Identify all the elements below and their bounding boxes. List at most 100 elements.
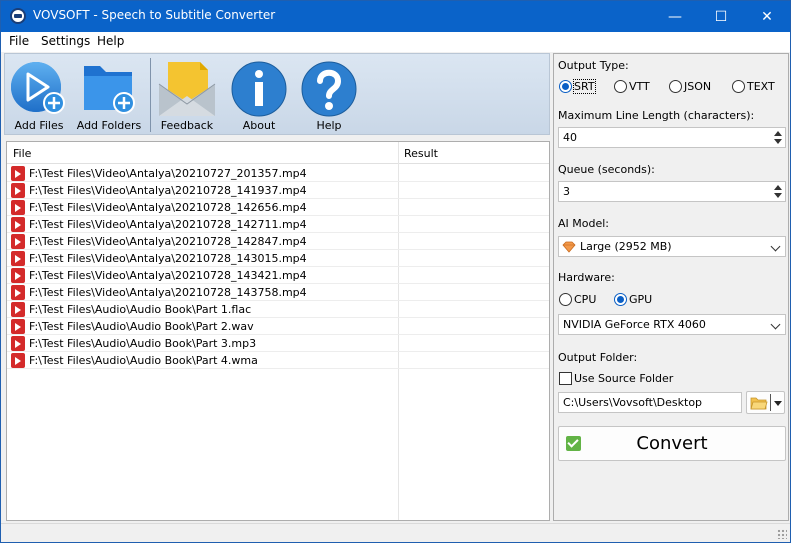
file-path: F:\Test Files\Video\Antalya\20210728_142… xyxy=(29,201,307,214)
file-path: F:\Test Files\Video\Antalya\20210728_142… xyxy=(29,235,307,248)
table-row[interactable]: F:\Test Files\Video\Antalya\20210728_143… xyxy=(7,267,549,284)
output-folder-input[interactable]: C:\Users\Vovsoft\Desktop xyxy=(558,392,742,413)
add-folders-icon xyxy=(84,66,135,114)
file-path: F:\Test Files\Video\Antalya\20210727_201… xyxy=(29,167,307,180)
queue-spinbox[interactable]: 3 xyxy=(558,181,786,202)
add-files-label: Add Files xyxy=(14,119,64,132)
dropdown-triangle-icon[interactable] xyxy=(774,401,782,406)
radio-json[interactable] xyxy=(669,80,682,93)
file-rows: F:\Test Files\Video\Antalya\20210727_201… xyxy=(7,165,549,369)
radio-gpu-label[interactable]: GPU xyxy=(629,293,652,306)
video-file-icon xyxy=(11,302,25,317)
max-line-length-value: 40 xyxy=(563,131,577,144)
video-file-icon xyxy=(11,251,25,266)
radio-json-label[interactable]: JSON xyxy=(684,80,711,93)
video-file-icon xyxy=(11,285,25,300)
app-window: VOVSOFT - Speech to Subtitle Converter —… xyxy=(0,0,791,543)
max-line-length-spin-icon[interactable] xyxy=(773,129,783,146)
maximize-icon: ☐ xyxy=(714,8,728,25)
title-bar[interactable]: VOVSOFT - Speech to Subtitle Converter —… xyxy=(1,1,790,32)
add-files-button[interactable]: Add Files xyxy=(5,58,73,134)
video-file-icon xyxy=(11,336,25,351)
menu-settings[interactable]: Settings xyxy=(41,34,90,48)
file-path: F:\Test Files\Audio\Audio Book\Part 2.wa… xyxy=(29,320,254,333)
file-path: F:\Test Files\Video\Antalya\20210728_143… xyxy=(29,269,307,282)
about-label: About xyxy=(242,119,276,132)
convert-button[interactable]: Convert xyxy=(558,426,786,461)
help-button[interactable]: Help xyxy=(295,58,363,134)
queue-label: Queue (seconds): xyxy=(558,163,655,176)
radio-srt-label[interactable]: SRT xyxy=(573,79,596,94)
resize-grip-icon[interactable] xyxy=(777,529,787,539)
table-row[interactable]: F:\Test Files\Video\Antalya\20210728_143… xyxy=(7,284,549,301)
column-header-result[interactable]: Result xyxy=(404,147,438,160)
table-row[interactable]: F:\Test Files\Audio\Audio Book\Part 2.wa… xyxy=(7,318,549,335)
browse-divider xyxy=(770,394,771,411)
menu-bar: File Settings Help xyxy=(1,32,790,52)
radio-text[interactable] xyxy=(732,80,745,93)
table-row[interactable]: F:\Test Files\Video\Antalya\20210728_141… xyxy=(7,182,549,199)
minimize-button[interactable]: — xyxy=(652,1,698,32)
file-path: F:\Test Files\Video\Antalya\20210728_142… xyxy=(29,218,307,231)
table-row[interactable]: F:\Test Files\Audio\Audio Book\Part 3.mp… xyxy=(7,335,549,352)
column-header-file[interactable]: File xyxy=(13,147,31,160)
table-row[interactable]: F:\Test Files\Audio\Audio Book\Part 1.fl… xyxy=(7,301,549,318)
diamond-icon xyxy=(562,241,576,253)
video-file-icon xyxy=(11,353,25,368)
table-row[interactable]: F:\Test Files\Video\Antalya\20210728_143… xyxy=(7,250,549,267)
about-button[interactable]: About xyxy=(225,58,293,134)
close-button[interactable]: ✕ xyxy=(744,1,790,32)
radio-cpu-label[interactable]: CPU xyxy=(574,293,596,306)
video-file-icon xyxy=(11,268,25,283)
app-logo-icon xyxy=(10,8,26,24)
toolbar: Add Files Add Folders Feedback About Hel… xyxy=(4,53,550,135)
help-label: Help xyxy=(316,119,342,132)
table-row[interactable]: F:\Test Files\Audio\Audio Book\Part 4.wm… xyxy=(7,352,549,369)
toolbar-separator xyxy=(150,58,151,132)
file-path: F:\Test Files\Video\Antalya\20210728_141… xyxy=(29,184,307,197)
add-files-icon xyxy=(11,62,65,114)
video-file-icon xyxy=(11,217,25,232)
minimize-icon: — xyxy=(668,8,682,25)
max-line-length-label: Maximum Line Length (characters): xyxy=(558,109,755,122)
table-row[interactable]: F:\Test Files\Video\Antalya\20210728_142… xyxy=(7,216,549,233)
window-title: VOVSOFT - Speech to Subtitle Converter xyxy=(33,8,276,22)
radio-gpu[interactable] xyxy=(614,293,627,306)
file-path: F:\Test Files\Video\Antalya\20210728_143… xyxy=(29,252,307,265)
browse-folder-button[interactable] xyxy=(746,391,785,414)
chevron-down-icon xyxy=(770,319,781,330)
table-row[interactable]: F:\Test Files\Video\Antalya\20210728_142… xyxy=(7,233,549,250)
file-path: F:\Test Files\Audio\Audio Book\Part 4.wm… xyxy=(29,354,258,367)
status-bar xyxy=(1,523,790,542)
gpu-select[interactable]: NVIDIA GeForce RTX 4060 xyxy=(558,314,786,335)
convert-label: Convert xyxy=(636,433,708,454)
feedback-envelope-icon xyxy=(158,62,216,116)
list-header: File Result xyxy=(7,142,549,164)
table-row[interactable]: F:\Test Files\Video\Antalya\20210727_201… xyxy=(7,165,549,182)
ai-model-label: AI Model: xyxy=(558,217,609,230)
maximize-button[interactable]: ☐ xyxy=(698,1,744,32)
radio-text-label[interactable]: TEXT xyxy=(747,80,775,93)
video-file-icon xyxy=(11,166,25,181)
radio-vtt[interactable] xyxy=(614,80,627,93)
settings-panel: Output Type: SRT VTT JSON TEXT Maximum L… xyxy=(553,53,789,521)
queue-spin-icon[interactable] xyxy=(773,183,783,200)
use-source-folder-label[interactable]: Use Source Folder xyxy=(574,372,673,385)
ai-model-select[interactable]: Large (2952 MB) xyxy=(558,236,786,257)
use-source-folder-checkbox[interactable] xyxy=(559,372,572,385)
radio-vtt-label[interactable]: VTT xyxy=(629,80,650,93)
output-folder-label: Output Folder: xyxy=(558,351,638,364)
add-folders-button[interactable]: Add Folders xyxy=(75,58,143,134)
file-path: F:\Test Files\Audio\Audio Book\Part 1.fl… xyxy=(29,303,252,316)
video-file-icon xyxy=(11,183,25,198)
video-file-icon xyxy=(11,234,25,249)
table-row[interactable]: F:\Test Files\Video\Antalya\20210728_142… xyxy=(7,199,549,216)
menu-help[interactable]: Help xyxy=(97,34,124,48)
file-list[interactable]: File Result F:\Test Files\Video\Antalya\… xyxy=(6,141,550,521)
radio-cpu[interactable] xyxy=(559,293,572,306)
queue-value: 3 xyxy=(563,185,570,198)
max-line-length-spinbox[interactable]: 40 xyxy=(558,127,786,148)
feedback-button[interactable]: Feedback xyxy=(153,58,221,134)
radio-srt[interactable] xyxy=(559,80,572,93)
menu-file[interactable]: File xyxy=(9,34,29,48)
